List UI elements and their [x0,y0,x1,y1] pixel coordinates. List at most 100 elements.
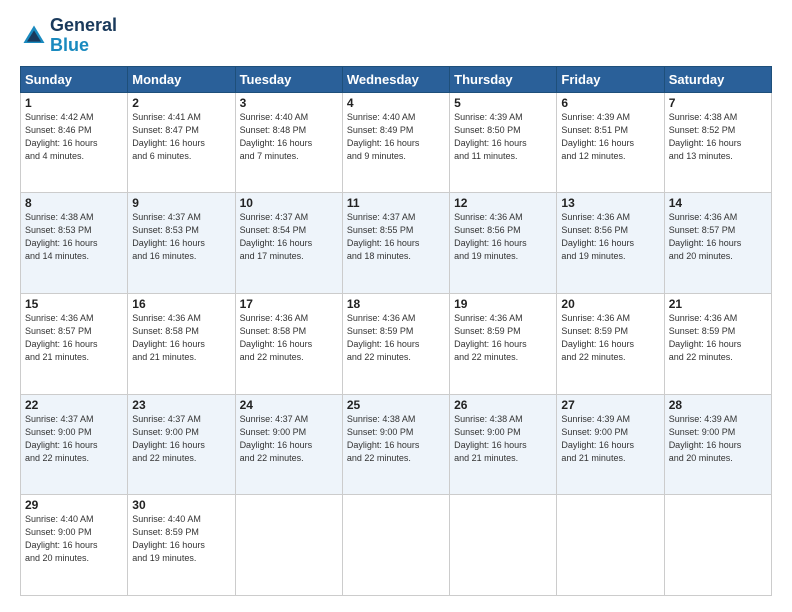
day-number: 16 [132,297,230,311]
day-number: 10 [240,196,338,210]
calendar-cell: 19Sunrise: 4:36 AMSunset: 8:59 PMDayligh… [450,293,557,394]
cell-info: Sunrise: 4:36 AMSunset: 8:58 PMDaylight:… [240,312,338,364]
cell-info: Sunrise: 4:42 AMSunset: 8:46 PMDaylight:… [25,111,123,163]
header: General Blue [20,16,772,56]
header-thursday: Thursday [450,66,557,92]
calendar-header-row: SundayMondayTuesdayWednesdayThursdayFrid… [21,66,772,92]
cell-info: Sunrise: 4:36 AMSunset: 8:57 PMDaylight:… [669,211,767,263]
cell-info: Sunrise: 4:39 AMSunset: 9:00 PMDaylight:… [669,413,767,465]
calendar-cell [450,495,557,596]
day-number: 3 [240,96,338,110]
day-number: 23 [132,398,230,412]
calendar-cell: 1Sunrise: 4:42 AMSunset: 8:46 PMDaylight… [21,92,128,193]
day-number: 6 [561,96,659,110]
header-monday: Monday [128,66,235,92]
day-number: 25 [347,398,445,412]
calendar-week-row: 15Sunrise: 4:36 AMSunset: 8:57 PMDayligh… [21,293,772,394]
cell-info: Sunrise: 4:38 AMSunset: 8:52 PMDaylight:… [669,111,767,163]
cell-info: Sunrise: 4:39 AMSunset: 9:00 PMDaylight:… [561,413,659,465]
day-number: 18 [347,297,445,311]
calendar-cell: 11Sunrise: 4:37 AMSunset: 8:55 PMDayligh… [342,193,449,294]
calendar-week-row: 22Sunrise: 4:37 AMSunset: 9:00 PMDayligh… [21,394,772,495]
cell-info: Sunrise: 4:40 AMSunset: 8:59 PMDaylight:… [132,513,230,565]
day-number: 15 [25,297,123,311]
cell-info: Sunrise: 4:36 AMSunset: 8:58 PMDaylight:… [132,312,230,364]
cell-info: Sunrise: 4:36 AMSunset: 8:56 PMDaylight:… [454,211,552,263]
cell-info: Sunrise: 4:36 AMSunset: 8:59 PMDaylight:… [347,312,445,364]
cell-info: Sunrise: 4:38 AMSunset: 9:00 PMDaylight:… [347,413,445,465]
day-number: 22 [25,398,123,412]
calendar-cell: 3Sunrise: 4:40 AMSunset: 8:48 PMDaylight… [235,92,342,193]
cell-info: Sunrise: 4:38 AMSunset: 9:00 PMDaylight:… [454,413,552,465]
calendar-cell: 28Sunrise: 4:39 AMSunset: 9:00 PMDayligh… [664,394,771,495]
calendar-week-row: 29Sunrise: 4:40 AMSunset: 9:00 PMDayligh… [21,495,772,596]
calendar-cell: 4Sunrise: 4:40 AMSunset: 8:49 PMDaylight… [342,92,449,193]
day-number: 1 [25,96,123,110]
header-friday: Friday [557,66,664,92]
calendar-cell: 12Sunrise: 4:36 AMSunset: 8:56 PMDayligh… [450,193,557,294]
cell-info: Sunrise: 4:40 AMSunset: 9:00 PMDaylight:… [25,513,123,565]
cell-info: Sunrise: 4:41 AMSunset: 8:47 PMDaylight:… [132,111,230,163]
day-number: 24 [240,398,338,412]
header-saturday: Saturday [664,66,771,92]
calendar-cell: 22Sunrise: 4:37 AMSunset: 9:00 PMDayligh… [21,394,128,495]
calendar-cell: 24Sunrise: 4:37 AMSunset: 9:00 PMDayligh… [235,394,342,495]
cell-info: Sunrise: 4:37 AMSunset: 8:55 PMDaylight:… [347,211,445,263]
cell-info: Sunrise: 4:37 AMSunset: 8:54 PMDaylight:… [240,211,338,263]
calendar-cell: 6Sunrise: 4:39 AMSunset: 8:51 PMDaylight… [557,92,664,193]
cell-info: Sunrise: 4:36 AMSunset: 8:59 PMDaylight:… [454,312,552,364]
day-number: 13 [561,196,659,210]
calendar-cell: 16Sunrise: 4:36 AMSunset: 8:58 PMDayligh… [128,293,235,394]
day-number: 11 [347,196,445,210]
logo-icon [20,22,48,50]
day-number: 20 [561,297,659,311]
cell-info: Sunrise: 4:39 AMSunset: 8:50 PMDaylight:… [454,111,552,163]
day-number: 17 [240,297,338,311]
calendar-cell: 20Sunrise: 4:36 AMSunset: 8:59 PMDayligh… [557,293,664,394]
day-number: 14 [669,196,767,210]
calendar-week-row: 8Sunrise: 4:38 AMSunset: 8:53 PMDaylight… [21,193,772,294]
cell-info: Sunrise: 4:37 AMSunset: 8:53 PMDaylight:… [132,211,230,263]
calendar-cell: 18Sunrise: 4:36 AMSunset: 8:59 PMDayligh… [342,293,449,394]
cell-info: Sunrise: 4:36 AMSunset: 8:59 PMDaylight:… [669,312,767,364]
logo: General Blue [20,16,117,56]
cell-info: Sunrise: 4:40 AMSunset: 8:49 PMDaylight:… [347,111,445,163]
day-number: 27 [561,398,659,412]
cell-info: Sunrise: 4:38 AMSunset: 8:53 PMDaylight:… [25,211,123,263]
day-number: 26 [454,398,552,412]
calendar-table: SundayMondayTuesdayWednesdayThursdayFrid… [20,66,772,596]
cell-info: Sunrise: 4:36 AMSunset: 8:57 PMDaylight:… [25,312,123,364]
calendar-cell: 25Sunrise: 4:38 AMSunset: 9:00 PMDayligh… [342,394,449,495]
calendar-cell: 5Sunrise: 4:39 AMSunset: 8:50 PMDaylight… [450,92,557,193]
calendar-cell: 21Sunrise: 4:36 AMSunset: 8:59 PMDayligh… [664,293,771,394]
calendar-cell: 7Sunrise: 4:38 AMSunset: 8:52 PMDaylight… [664,92,771,193]
day-number: 28 [669,398,767,412]
calendar-cell: 13Sunrise: 4:36 AMSunset: 8:56 PMDayligh… [557,193,664,294]
day-number: 2 [132,96,230,110]
day-number: 12 [454,196,552,210]
header-sunday: Sunday [21,66,128,92]
page: General Blue SundayMondayTuesdayWednesda… [0,0,792,612]
calendar-cell: 9Sunrise: 4:37 AMSunset: 8:53 PMDaylight… [128,193,235,294]
calendar-cell: 17Sunrise: 4:36 AMSunset: 8:58 PMDayligh… [235,293,342,394]
calendar-cell: 29Sunrise: 4:40 AMSunset: 9:00 PMDayligh… [21,495,128,596]
cell-info: Sunrise: 4:37 AMSunset: 9:00 PMDaylight:… [25,413,123,465]
calendar-week-row: 1Sunrise: 4:42 AMSunset: 8:46 PMDaylight… [21,92,772,193]
calendar-cell [664,495,771,596]
calendar-cell: 30Sunrise: 4:40 AMSunset: 8:59 PMDayligh… [128,495,235,596]
calendar-cell: 26Sunrise: 4:38 AMSunset: 9:00 PMDayligh… [450,394,557,495]
calendar-cell [235,495,342,596]
day-number: 5 [454,96,552,110]
cell-info: Sunrise: 4:36 AMSunset: 8:56 PMDaylight:… [561,211,659,263]
logo-text: General Blue [50,16,117,56]
day-number: 19 [454,297,552,311]
cell-info: Sunrise: 4:39 AMSunset: 8:51 PMDaylight:… [561,111,659,163]
day-number: 9 [132,196,230,210]
calendar-cell [342,495,449,596]
calendar-cell: 10Sunrise: 4:37 AMSunset: 8:54 PMDayligh… [235,193,342,294]
calendar-cell: 27Sunrise: 4:39 AMSunset: 9:00 PMDayligh… [557,394,664,495]
calendar-cell [557,495,664,596]
cell-info: Sunrise: 4:36 AMSunset: 8:59 PMDaylight:… [561,312,659,364]
cell-info: Sunrise: 4:40 AMSunset: 8:48 PMDaylight:… [240,111,338,163]
calendar-cell: 14Sunrise: 4:36 AMSunset: 8:57 PMDayligh… [664,193,771,294]
